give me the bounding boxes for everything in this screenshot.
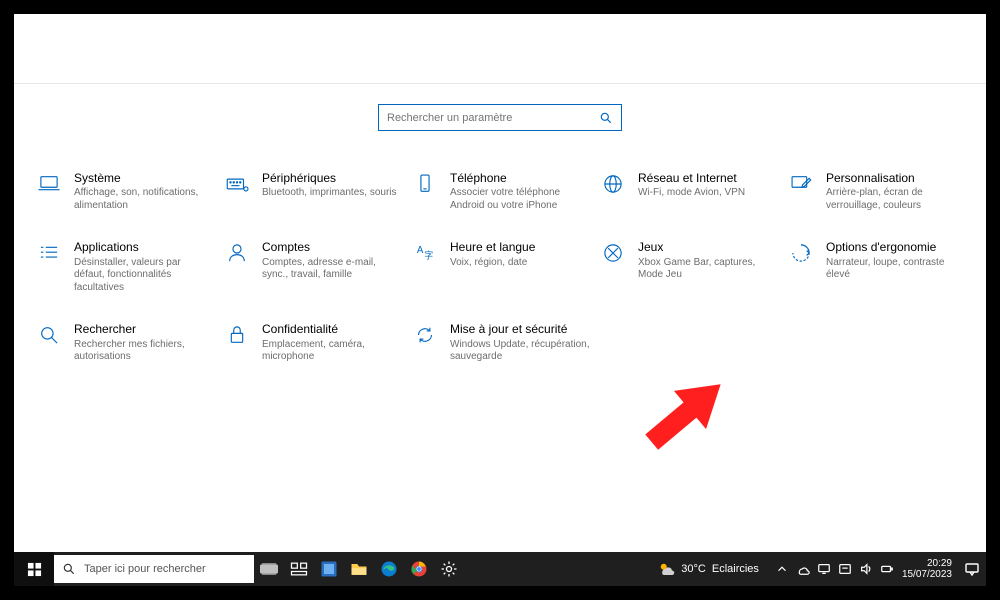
- clock-date: 15/07/2023: [902, 569, 952, 580]
- card-title: Rechercher: [74, 322, 214, 336]
- system-tray[interactable]: [773, 552, 896, 586]
- cortana-button[interactable]: [254, 552, 284, 586]
- weather-widget[interactable]: 30°C Eclaircies: [657, 560, 759, 578]
- card-desc: Voix, région, date: [450, 257, 535, 270]
- card-personalization[interactable]: Personnalisation Arrière-plan, écran de v…: [786, 171, 966, 212]
- card-ease-of-access[interactable]: Options d'ergonomie Narrateur, loupe, con…: [786, 240, 966, 294]
- card-search[interactable]: Rechercher Rechercher mes fichiers, autor…: [34, 322, 214, 363]
- card-desc: Rechercher mes fichiers, autorisations: [74, 339, 214, 364]
- card-desc: Narrateur, loupe, contraste élevé: [826, 257, 966, 282]
- edge-icon[interactable]: [374, 552, 404, 586]
- start-button[interactable]: [14, 552, 54, 586]
- card-desc: Affichage, son, notifications, alimentat…: [74, 187, 214, 212]
- header-spacer: [14, 34, 986, 84]
- ease-icon: [786, 240, 816, 270]
- weather-desc: Eclaircies: [712, 563, 759, 575]
- card-desc: Emplacement, caméra, microphone: [262, 339, 402, 364]
- settings-search-box[interactable]: [378, 104, 622, 131]
- lock-icon: [222, 322, 252, 352]
- card-desc: Désinstaller, valeurs par défaut, foncti…: [74, 257, 214, 295]
- card-time-language[interactable]: A字 Heure et langue Voix, région, date: [410, 240, 590, 294]
- file-explorer-icon[interactable]: [344, 552, 374, 586]
- taskbar-search[interactable]: Taper ici pour rechercher: [54, 555, 254, 583]
- card-title: Confidentialité: [262, 322, 402, 336]
- card-devices[interactable]: Périphériques Bluetooth, imprimantes, sou…: [222, 171, 402, 212]
- card-title: Réseau et Internet: [638, 171, 745, 185]
- update-icon: [410, 322, 440, 352]
- card-title: Mise à jour et sécurité: [450, 322, 590, 336]
- card-desc: Windows Update, récupération, sauvegarde: [450, 339, 590, 364]
- phone-icon: [410, 171, 440, 201]
- card-desc: Wi-Fi, mode Avion, VPN: [638, 187, 745, 200]
- volume-icon[interactable]: [857, 552, 875, 586]
- taskbar-apps: [284, 552, 464, 586]
- card-desc: Associer votre téléphone Android ou votr…: [450, 187, 590, 212]
- pen-icon: [786, 171, 816, 201]
- card-desc: Xbox Game Bar, captures, Mode Jeu: [638, 257, 778, 282]
- card-title: Comptes: [262, 240, 402, 254]
- card-phone[interactable]: Téléphone Associer votre téléphone Androi…: [410, 171, 590, 212]
- xbox-icon: [598, 240, 628, 270]
- card-title: Jeux: [638, 240, 778, 254]
- search-icon: [62, 562, 76, 576]
- tray-chevron-icon[interactable]: [773, 552, 791, 586]
- power-tray-icon[interactable]: [878, 552, 896, 586]
- settings-taskbar-icon[interactable]: [434, 552, 464, 586]
- card-gaming[interactable]: Jeux Xbox Game Bar, captures, Mode Jeu: [598, 240, 778, 294]
- globe-icon: [598, 171, 628, 201]
- chrome-icon[interactable]: [404, 552, 434, 586]
- network-tray-icon[interactable]: [815, 552, 833, 586]
- card-desc: Arrière-plan, écran de verrouillage, cou…: [826, 187, 966, 212]
- card-desc: Bluetooth, imprimantes, souris: [262, 187, 397, 200]
- card-privacy[interactable]: Confidentialité Emplacement, caméra, micr…: [222, 322, 402, 363]
- card-system[interactable]: Système Affichage, son, notifications, al…: [34, 171, 214, 212]
- card-apps[interactable]: Applications Désinstaller, valeurs par dé…: [34, 240, 214, 294]
- person-icon: [222, 240, 252, 270]
- card-title: Options d'ergonomie: [826, 240, 966, 254]
- card-title: Personnalisation: [826, 171, 966, 185]
- card-title: Téléphone: [450, 171, 590, 185]
- task-view-button[interactable]: [284, 552, 314, 586]
- apps-icon: [34, 240, 64, 270]
- language-icon: A字: [410, 240, 440, 270]
- language-tray-icon[interactable]: [836, 552, 854, 586]
- taskbar: Taper ici pour rechercher 30°C Eclaircie…: [14, 552, 986, 586]
- weather-temp: 30°C: [681, 563, 706, 575]
- card-title: Périphériques: [262, 171, 397, 185]
- taskbar-search-placeholder: Taper ici pour rechercher: [84, 563, 206, 575]
- clock-time: 20:29: [902, 558, 952, 569]
- card-title: Système: [74, 171, 214, 185]
- card-title: Heure et langue: [450, 240, 535, 254]
- card-title: Applications: [74, 240, 214, 254]
- keyboard-icon: [222, 171, 252, 201]
- taskbar-clock[interactable]: 20:29 15/07/2023: [902, 558, 952, 580]
- settings-window: Système Affichage, son, notifications, al…: [14, 14, 986, 552]
- magnifier-icon: [34, 322, 64, 352]
- svg-text:字: 字: [424, 250, 433, 261]
- onedrive-icon[interactable]: [794, 552, 812, 586]
- laptop-icon: [34, 171, 64, 201]
- sun-cloud-icon: [657, 560, 675, 578]
- card-update-security[interactable]: Mise à jour et sécurité Windows Update, r…: [410, 322, 590, 363]
- notifications-button[interactable]: [958, 552, 986, 586]
- app-icon-1[interactable]: [314, 552, 344, 586]
- card-accounts[interactable]: Comptes Comptes, adresse e-mail, sync., t…: [222, 240, 402, 294]
- svg-text:A: A: [417, 245, 424, 256]
- settings-grid: Système Affichage, son, notifications, al…: [14, 171, 986, 364]
- card-network[interactable]: Réseau et Internet Wi-Fi, mode Avion, VPN: [598, 171, 778, 212]
- search-icon: [599, 111, 613, 125]
- card-desc: Comptes, adresse e-mail, sync., travail,…: [262, 257, 402, 282]
- settings-search-input[interactable]: [387, 112, 599, 124]
